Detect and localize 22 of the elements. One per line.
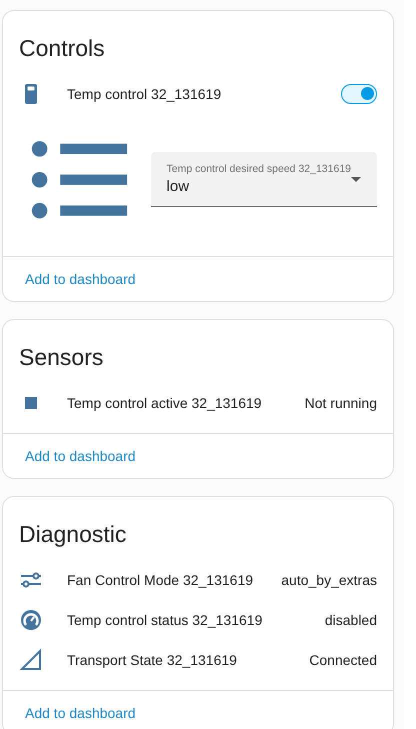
gauge-icon bbox=[19, 608, 43, 632]
toggle-switch[interactable] bbox=[341, 84, 377, 104]
card-title: Controls bbox=[18, 34, 106, 63]
speed-dropdown[interactable]: Temp control desired speed 32_131619 low bbox=[150, 152, 377, 208]
caret-icon bbox=[351, 176, 361, 182]
entity-state: disabled bbox=[324, 612, 377, 628]
add-to-dashboard-button[interactable]: Add to dashboard bbox=[11, 442, 150, 470]
field-label: Temp control desired speed 32_131619 bbox=[166, 163, 351, 176]
add-to-dashboard-button[interactable]: Add to dashboard bbox=[11, 698, 150, 727]
card-title: Sensors bbox=[18, 342, 104, 372]
entity-state: Connected bbox=[309, 652, 377, 668]
entity-state: Not running bbox=[304, 394, 377, 411]
entity-name: Temp control status 32_131619 bbox=[67, 612, 264, 628]
selected-value: low bbox=[166, 178, 190, 196]
entity-name: Transport State 32_131619 bbox=[67, 652, 238, 668]
entity-name: Temp control active 32_131619 bbox=[67, 394, 263, 411]
entity-name: Temp control 32_131619 bbox=[67, 86, 222, 102]
add-to-dashboard-button[interactable]: Add to dashboard bbox=[11, 264, 150, 293]
card-title: Diagnostic bbox=[18, 520, 128, 549]
triangle-icon bbox=[19, 648, 43, 672]
entity-name: Fan Control Mode 32_131619 bbox=[67, 572, 254, 588]
entity-state: auto_by_extras bbox=[281, 572, 377, 588]
